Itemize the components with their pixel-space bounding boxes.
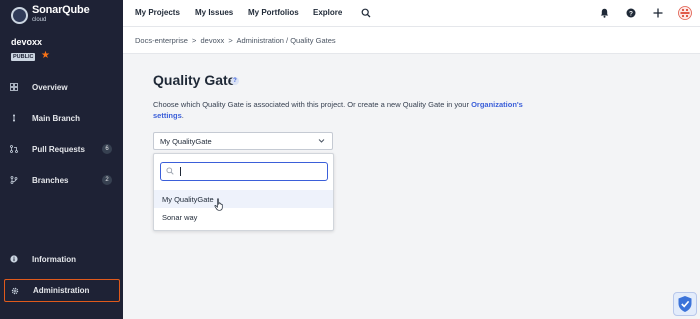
sidebar-item-label: Administration [33, 286, 90, 295]
description-text: Choose which Quality Gate is associated … [153, 100, 472, 109]
branch-icon [10, 114, 18, 122]
sidebar-item-label: Overview [32, 82, 68, 92]
overview-icon [10, 83, 18, 91]
breadcrumb-separator: > [228, 36, 233, 45]
main-content: Quality Gate ? Choose which Quality Gate… [123, 54, 700, 319]
favorite-star-icon[interactable]: ★ [41, 51, 50, 61]
visibility-badge: PUBLIC [11, 53, 36, 61]
text-caret [180, 167, 181, 176]
brand-name: SonarQube [32, 4, 90, 16]
option-label: My QualityGate [162, 195, 214, 204]
project-name[interactable]: devoxx [11, 37, 42, 47]
help-icon[interactable]: ? [625, 7, 637, 19]
dropdown-search-box[interactable] [160, 162, 328, 181]
shield-icon[interactable] [673, 292, 697, 316]
topnav-explore[interactable]: Explore [313, 8, 342, 17]
breadcrumb-org[interactable]: Docs-enterprise [135, 36, 188, 45]
description-end: . [181, 111, 184, 120]
hand-pointer-icon [214, 198, 225, 214]
svg-text:?: ? [629, 10, 633, 17]
plus-icon[interactable] [652, 7, 664, 19]
bell-icon[interactable] [598, 7, 610, 19]
pull-requests-count: 6 [102, 144, 112, 154]
option-my-qualitygate[interactable]: My QualityGate [154, 190, 333, 208]
sidebar-item-label: Branches [32, 175, 69, 185]
sidebar-item-overview[interactable]: Overview [0, 77, 123, 97]
chevron-down-icon [318, 137, 325, 146]
breadcrumb: Docs-enterprise > devoxx > Administratio… [135, 36, 338, 45]
sidebar: SonarQube cloud devoxx PUBLIC ★ Overview… [0, 0, 123, 319]
info-icon [10, 255, 18, 263]
search-icon [166, 167, 174, 175]
top-navigation-bar: My Projects My Issues My Portfolios Expl… [123, 0, 700, 27]
sidebar-item-label: Information [32, 254, 76, 264]
option-label: Sonar way [162, 213, 198, 222]
branches-icon [10, 176, 18, 184]
sidebar-item-pull-requests[interactable]: Pull Requests 6 [0, 139, 123, 159]
breadcrumb-bar: Docs-enterprise > devoxx > Administratio… [123, 27, 700, 54]
quality-gate-dropdown: My QualityGate Sonar way [153, 153, 334, 231]
breadcrumb-page: Administration / Quality Gates [236, 36, 336, 45]
quality-gate-select[interactable]: My QualityGate [153, 132, 333, 150]
sidebar-item-label: Pull Requests [32, 144, 85, 154]
branches-count: 2 [102, 175, 112, 185]
topnav-my-issues[interactable]: My Issues [195, 8, 233, 17]
sidebar-item-branches[interactable]: Branches 2 [0, 170, 123, 190]
dropdown-search-input[interactable] [183, 165, 323, 178]
sidebar-item-main-branch[interactable]: Main Branch [0, 108, 123, 128]
breadcrumb-project[interactable]: devoxx [201, 36, 225, 45]
sidebar-item-information[interactable]: Information [0, 249, 123, 269]
page-title: Quality Gate [153, 72, 236, 88]
question-mark-icon[interactable]: ? [231, 77, 239, 85]
page-description: Choose which Quality Gate is associated … [153, 99, 543, 121]
search-icon[interactable] [360, 7, 372, 19]
sonarqube-logo-icon [11, 7, 28, 24]
breadcrumb-separator: > [192, 36, 197, 45]
select-value: My QualityGate [160, 137, 212, 146]
user-avatar[interactable] [678, 6, 692, 20]
topnav-my-portfolios[interactable]: My Portfolios [248, 8, 299, 17]
gear-icon [11, 287, 19, 295]
sidebar-item-label: Main Branch [32, 113, 81, 123]
sonarqube-logo[interactable]: SonarQube cloud [11, 5, 90, 24]
pull-request-icon [10, 145, 18, 153]
option-sonar-way[interactable]: Sonar way [154, 208, 333, 226]
sidebar-item-administration[interactable]: Administration [4, 279, 120, 302]
brand-sub: cloud [32, 17, 47, 23]
topnav-my-projects[interactable]: My Projects [135, 8, 180, 17]
